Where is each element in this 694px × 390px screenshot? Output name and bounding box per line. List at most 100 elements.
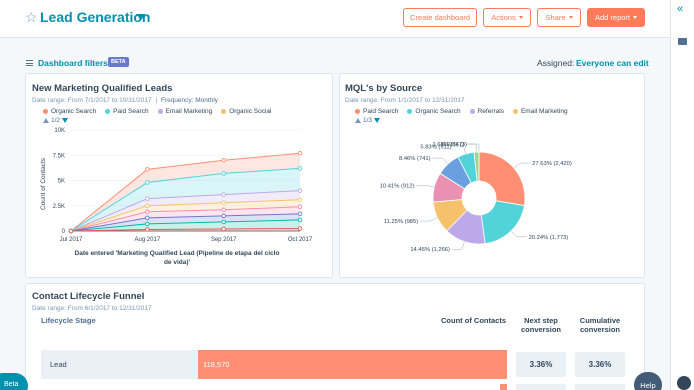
data-point[interactable] [297, 226, 303, 231]
source-donut-chart[interactable]: 27.63% (2,420) 20.24% (1,773) 14.46% (1,26… [339, 125, 645, 270]
actions-label: Actions [491, 13, 516, 22]
help-button[interactable]: Help [634, 372, 662, 390]
data-point[interactable] [68, 228, 74, 234]
dashboard-title[interactable]: Lead Generation [40, 9, 150, 25]
data-point[interactable] [145, 196, 150, 201]
mql-area-chart[interactable]: 0 2.5K 5K 7.5K 10K Jul 2017 Aug 2017 Sep 2017 O… [25, 120, 333, 270]
dashboard-filters-link[interactable]: Dashboard filters [38, 58, 108, 68]
add-report-label: Add report [594, 13, 631, 22]
data-point[interactable] [221, 171, 226, 176]
funnel-bar[interactable] [198, 350, 507, 379]
data-point[interactable] [221, 213, 226, 219]
data-point[interactable] [145, 215, 150, 221]
data-point[interactable] [221, 192, 226, 197]
column-header-cumulative[interactable]: Cumulative conversion [574, 316, 626, 334]
data-point[interactable] [297, 166, 303, 171]
column-header-count[interactable]: Count of Contacts [441, 316, 506, 325]
data-point[interactable] [221, 207, 226, 213]
data-point[interactable] [145, 203, 150, 208]
assigned-value-link[interactable]: Everyone can edit [576, 58, 649, 68]
x-axis-label: Date entered 'Marketing Qualified Lead (… [75, 250, 280, 257]
right-sidebar-rail [670, 0, 694, 390]
conversion-value: 3.36% [529, 360, 553, 369]
data-point[interactable] [297, 150, 303, 156]
funnel-stage-label: Lead [50, 360, 67, 369]
x-tick-label: Aug 2017 [134, 237, 160, 243]
legend-label: Referrals [477, 108, 504, 115]
date-range-text: Date range: From 1/1/2017 to 12/31/2017 [345, 97, 465, 104]
data-point[interactable] [145, 180, 150, 185]
data-point[interactable] [221, 226, 226, 232]
data-point[interactable] [221, 158, 226, 163]
legend-dot [512, 109, 518, 114]
next-step-conversion: 3.36% [516, 352, 566, 377]
data-point[interactable] [297, 211, 303, 217]
chevron-down-icon [518, 16, 523, 19]
legend-dot [105, 109, 111, 114]
column-header-next-step[interactable]: Next step conversion [515, 316, 567, 334]
data-point[interactable] [145, 227, 150, 232]
data-point[interactable] [297, 188, 303, 193]
column-header-stage[interactable]: Lifecycle Stage [41, 316, 96, 325]
beta-feedback-button[interactable]: Beta [0, 373, 28, 390]
slice-label: 0.03% (3) [442, 142, 467, 148]
label-leader-line [432, 157, 449, 165]
legend-dot [469, 109, 475, 114]
beta-badge: BETA [108, 57, 129, 67]
data-point[interactable] [145, 209, 150, 215]
funnel-bar-next [500, 384, 507, 390]
donut-slice[interactable] [478, 151, 526, 207]
slice-label: 10.41% (912) [380, 183, 415, 189]
legend-item[interactable]: Email Marketing [157, 108, 212, 115]
data-point[interactable] [297, 204, 303, 210]
report-title[interactable]: MQL's by Source [345, 83, 422, 94]
legend-label: Paid Search [363, 108, 399, 115]
chat-icon[interactable] [678, 38, 687, 45]
legend-dot [407, 109, 413, 114]
legend-item[interactable]: Organic Search [407, 108, 461, 115]
y-tick-label: 7.5K [53, 153, 65, 159]
legend-next-icon[interactable] [374, 118, 381, 123]
filter-icon[interactable] [26, 60, 33, 66]
x-axis-label-cont: de vida)' [164, 259, 191, 266]
data-point[interactable] [297, 217, 303, 223]
report-title[interactable]: Contact Lifecycle Funnel [32, 291, 144, 302]
legend-item[interactable]: Email Marketing [512, 108, 568, 115]
legend-item[interactable]: Paid Search [105, 108, 149, 115]
dashboard-header: ☆ Lead Generation Create dashboard Actio… [0, 0, 670, 38]
header-line: conversion [579, 325, 620, 334]
dashboard-switcher-caret-icon[interactable] [136, 14, 146, 20]
separator: | [155, 97, 158, 104]
legend-dot [157, 109, 163, 114]
create-dashboard-button[interactable]: Create dashboard [403, 8, 477, 27]
favorite-star-icon[interactable]: ☆ [25, 9, 38, 26]
legend-item[interactable]: Organic Search [43, 108, 96, 115]
x-tick-label: Sep 2017 [211, 237, 237, 243]
share-button[interactable]: Share [537, 8, 581, 27]
actions-button[interactable]: Actions [483, 8, 531, 27]
legend-item[interactable]: Paid Search [355, 108, 398, 115]
label-leader-line [510, 230, 527, 238]
legend-item[interactable]: Referrals [469, 108, 504, 115]
slice-label: 11.25% (985) [384, 219, 418, 225]
chevron-down-icon [633, 16, 638, 19]
data-point[interactable] [145, 167, 150, 172]
collapse-sidebar-icon[interactable]: « [677, 3, 683, 15]
data-point[interactable] [145, 221, 150, 227]
funnel-bar-value: 118,570 [203, 360, 230, 369]
legend-item[interactable]: Organic Social [221, 108, 271, 115]
frequency-text: Frequency: Monthly [160, 97, 219, 104]
data-point[interactable] [221, 219, 226, 225]
legend-prev-icon[interactable] [355, 118, 361, 123]
data-point[interactable] [297, 197, 303, 202]
slice-label: 27.63% (2,420) [532, 161, 572, 167]
add-report-button[interactable]: Add report [587, 8, 645, 27]
report-title[interactable]: New Marketing Qualified Leads [32, 83, 172, 94]
beta-feedback-label: Beta [4, 381, 19, 388]
label-leader-line [468, 143, 480, 153]
chart-legend: Paid Search Organic Search Referrals Ema… [355, 108, 568, 115]
share-label: Share [545, 13, 566, 22]
donut-slice[interactable] [480, 200, 525, 245]
data-point[interactable] [221, 200, 226, 205]
avatar[interactable] [677, 376, 691, 390]
